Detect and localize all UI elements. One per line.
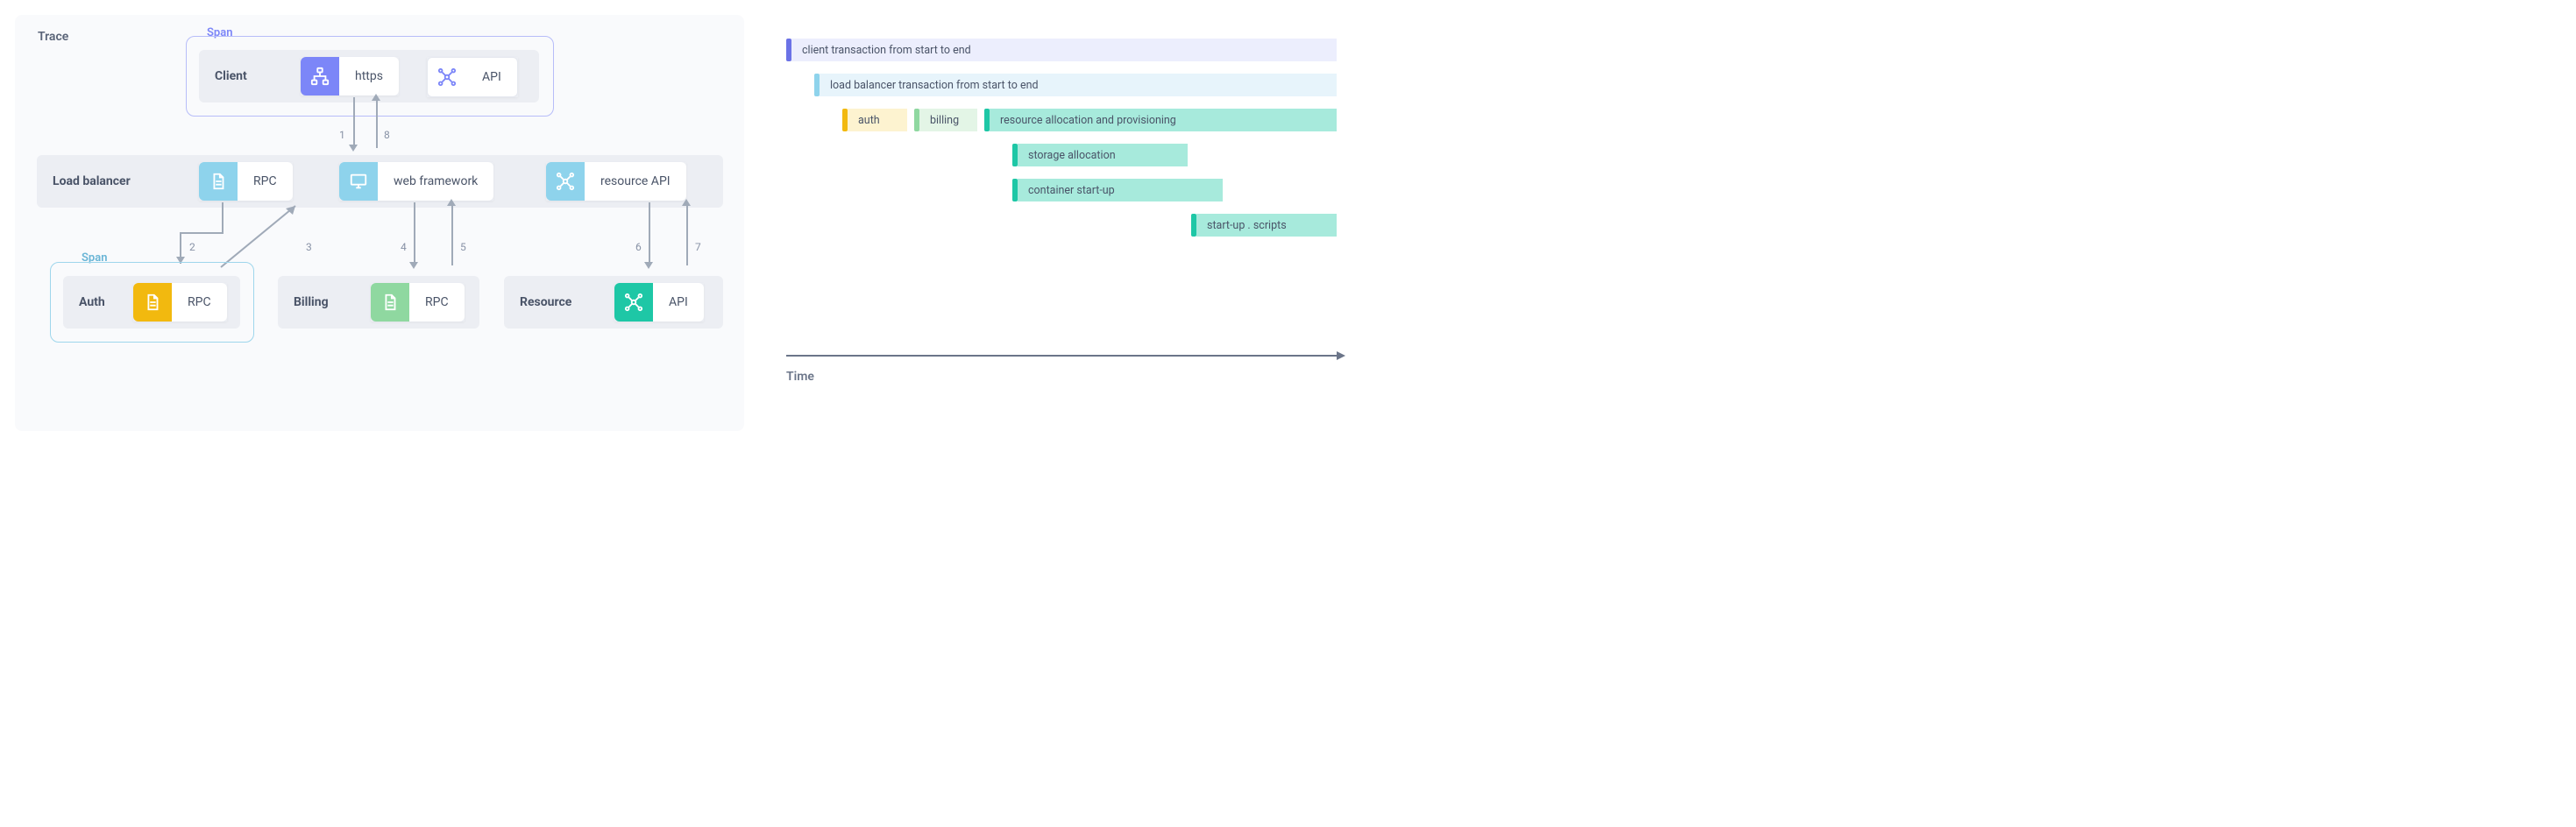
- edge-num-2: 2: [189, 241, 195, 253]
- trace-title: Trace: [38, 30, 68, 44]
- chip-client-https-text: https: [339, 57, 399, 95]
- tier-billing-label: Billing: [278, 295, 329, 309]
- edge-num-7: 7: [695, 241, 701, 253]
- edge-num-8: 8: [384, 129, 390, 141]
- chip-resource-api-text: API: [653, 283, 704, 322]
- time-axis: [786, 355, 1347, 357]
- edge-5: [451, 204, 453, 265]
- chip-lb-resapi-text: resource API: [585, 162, 686, 201]
- bar-label: billing: [919, 109, 977, 131]
- sitemap-icon: [301, 57, 339, 95]
- graph-icon: [427, 57, 466, 97]
- waterfall-bar: resource allocation and provisioning: [984, 109, 1337, 131]
- tier-client-label: Client: [199, 69, 247, 83]
- trace-panel: Trace Span Client https API 1 8 Lo: [15, 15, 744, 431]
- edge-1: [353, 97, 355, 146]
- tier-auth-label: Auth: [63, 295, 105, 309]
- edge-7: [686, 204, 688, 265]
- arrowhead-icon: [447, 199, 456, 206]
- chip-resource-api: API: [614, 283, 704, 322]
- arrowhead-icon: [644, 262, 653, 269]
- waterfall-bar: billing: [914, 109, 977, 131]
- chip-auth-rpc: RPC: [133, 283, 227, 322]
- bar-label: storage allocation: [1018, 144, 1188, 166]
- chip-billing-rpc-text: RPC: [409, 283, 465, 322]
- waterfall-bar: start-up . scripts: [1191, 214, 1337, 237]
- arrowhead-icon: [682, 199, 691, 206]
- monitor-icon: [339, 162, 378, 201]
- waterfall-bar: storage allocation: [1012, 144, 1188, 166]
- chip-billing-rpc: RPC: [371, 283, 465, 322]
- edge-num-6: 6: [635, 241, 642, 253]
- graph-icon: [614, 283, 653, 322]
- file-icon: [199, 162, 238, 201]
- waterfall-bar: client transaction from start to end: [786, 39, 1337, 61]
- waterfall-bar: load balancer transaction from start to …: [814, 74, 1337, 96]
- chip-lb-web: web framework: [339, 162, 493, 201]
- arrowhead-icon: [372, 94, 380, 101]
- file-icon: [371, 283, 409, 322]
- chip-lb-resapi: resource API: [546, 162, 686, 201]
- arrowhead-icon: [349, 145, 358, 152]
- edge-4: [414, 202, 415, 264]
- file-icon: [133, 283, 172, 322]
- bar-label: start-up . scripts: [1196, 214, 1337, 237]
- bar-label: container start-up: [1018, 179, 1223, 201]
- bar-label: resource allocation and provisioning: [990, 109, 1337, 131]
- tier-resource-label: Resource: [504, 295, 571, 309]
- chip-client-api: API: [427, 57, 518, 97]
- edge-num-5: 5: [460, 241, 466, 253]
- bar-label: load balancer transaction from start to …: [820, 74, 1337, 96]
- edge-num-4: 4: [401, 241, 407, 253]
- chip-lb-rpc-text: RPC: [238, 162, 293, 201]
- arrowhead-icon: [409, 262, 418, 269]
- edge-8: [376, 99, 378, 148]
- arrowhead-icon: [1337, 351, 1345, 360]
- time-axis-label: Time: [786, 370, 814, 384]
- edge-num-3: 3: [306, 241, 312, 253]
- bar-label: client transaction from start to end: [791, 39, 1337, 61]
- chip-lb-web-text: web framework: [378, 162, 493, 201]
- edge-6: [649, 202, 650, 264]
- tier-lb-label: Load balancer: [37, 174, 131, 188]
- chip-auth-rpc-text: RPC: [172, 283, 227, 322]
- waterfall-bar: auth: [842, 109, 907, 131]
- edge-num-1: 1: [339, 129, 345, 141]
- graph-icon: [546, 162, 585, 201]
- bar-label: auth: [848, 109, 907, 131]
- chip-client-https: https: [301, 57, 399, 95]
- chip-lb-rpc: RPC: [199, 162, 293, 201]
- chip-client-api-text: API: [466, 57, 518, 97]
- waterfall-bar: container start-up: [1012, 179, 1223, 201]
